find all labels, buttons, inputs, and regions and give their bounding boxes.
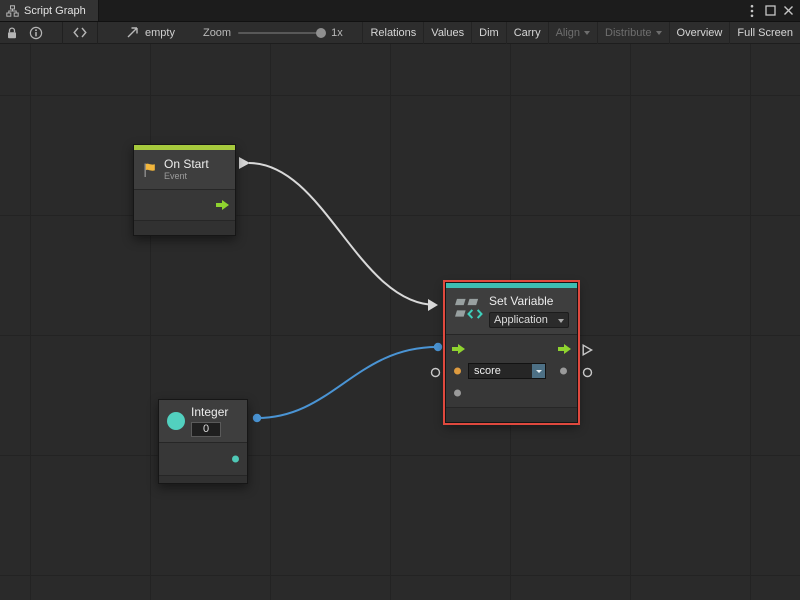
variable-name-value: score [469,364,532,378]
flow-out-arrow-icon[interactable] [558,344,571,354]
zoom-slider-knob[interactable] [316,28,326,38]
graph-canvas[interactable]: On Start Event [0,44,800,600]
flow-wire[interactable] [249,163,436,305]
variable-name-dropdown[interactable]: score [468,363,546,379]
value-port-row [446,382,577,404]
node-set-variable[interactable]: Set Variable Application [445,282,578,423]
graph-inspector-toggle[interactable] [63,22,97,44]
tab-script-graph[interactable]: Script Graph [0,0,99,21]
tab-title: Script Graph [24,5,86,17]
value-out-port-unconnected[interactable] [582,367,593,378]
flow-port-row [446,338,577,360]
maximize-icon[interactable] [761,1,779,21]
window-menu-icon[interactable] [743,1,761,21]
zoom-label: Zoom [203,27,231,39]
dim-button[interactable]: Dim [471,22,506,44]
dropdown-caret-button[interactable] [532,364,545,378]
flag-icon [142,162,158,178]
node-on-start[interactable]: On Start Event [133,144,236,236]
node-subtitle: Event [164,171,209,182]
node-header: Integer 0 [159,400,247,442]
scope-value: Application [490,313,552,327]
chevron-down-icon [536,370,542,373]
node-ports [159,443,247,475]
chevron-down-icon [656,31,662,35]
unity-visual-scripting-window: Script Graph [0,0,800,600]
info-icon [29,26,43,40]
node-footer [159,475,247,483]
flow-out-arrow-icon[interactable] [216,200,229,210]
chevron-down-icon [584,31,590,35]
status-label: empty [145,27,175,39]
full-screen-button[interactable]: Full Screen [729,22,800,44]
info-button[interactable] [24,22,48,44]
graph-pointer-status[interactable]: empty [126,26,175,39]
integer-value-out-port[interactable] [232,456,239,463]
integer-value-field[interactable]: 0 [191,422,221,437]
flow-in-arrow-icon[interactable] [452,344,465,354]
code-icon [73,26,87,39]
value-wire-start-dot[interactable] [253,414,261,422]
zoom-slider[interactable] [238,32,324,34]
zoom-control: Zoom 1x [203,27,343,39]
name-in-port-unconnected[interactable] [430,367,441,378]
script-graph-icon [6,5,19,17]
chevron-down-icon [558,319,564,323]
integer-type-icon [167,412,185,430]
flow-wire-arrowhead [428,299,438,311]
lock-button[interactable] [0,22,24,44]
flow-out-port-unconnected[interactable] [582,344,593,356]
value-in-port[interactable] [454,390,461,397]
variable-name-port[interactable] [454,368,461,375]
node-title: Set Variable [489,294,569,308]
value-wire-end-dot[interactable] [434,343,442,351]
close-icon[interactable] [779,1,797,21]
value-wire[interactable] [257,347,437,418]
node-integer[interactable]: Integer 0 [158,399,248,484]
wires-layer [0,44,800,600]
title-bar: Script Graph [0,0,800,22]
lock-icon [5,26,19,40]
distribute-button: Distribute [597,22,668,44]
node-footer [446,407,577,422]
node-ports [134,190,235,220]
node-header: On Start Event [134,150,235,189]
zoom-value: 1x [331,27,343,39]
window-controls [743,0,800,21]
name-port-row: score [446,360,577,382]
toolbar-buttons: Relations Values Dim Carry Align Distrib… [362,22,800,44]
toolbar-separator [97,22,98,44]
pointer-arrow-icon [126,26,139,39]
node-footer [134,220,235,235]
node-ports: score [446,335,577,407]
overview-button[interactable]: Overview [669,22,730,44]
node-title: On Start [164,157,209,171]
node-title: Integer [191,405,228,419]
variables-code-icon [454,296,483,321]
graph-toolbar: empty Zoom 1x Relations Values Dim Carry… [0,22,800,44]
relations-button[interactable]: Relations [362,22,423,44]
flow-out-port-connected[interactable] [239,157,250,169]
node-header: Set Variable Application [446,288,577,334]
values-button[interactable]: Values [423,22,471,44]
variable-scope-dropdown[interactable]: Application [489,312,569,328]
carry-button[interactable]: Carry [506,22,548,44]
value-out-port[interactable] [560,368,567,375]
align-button: Align [548,22,597,44]
